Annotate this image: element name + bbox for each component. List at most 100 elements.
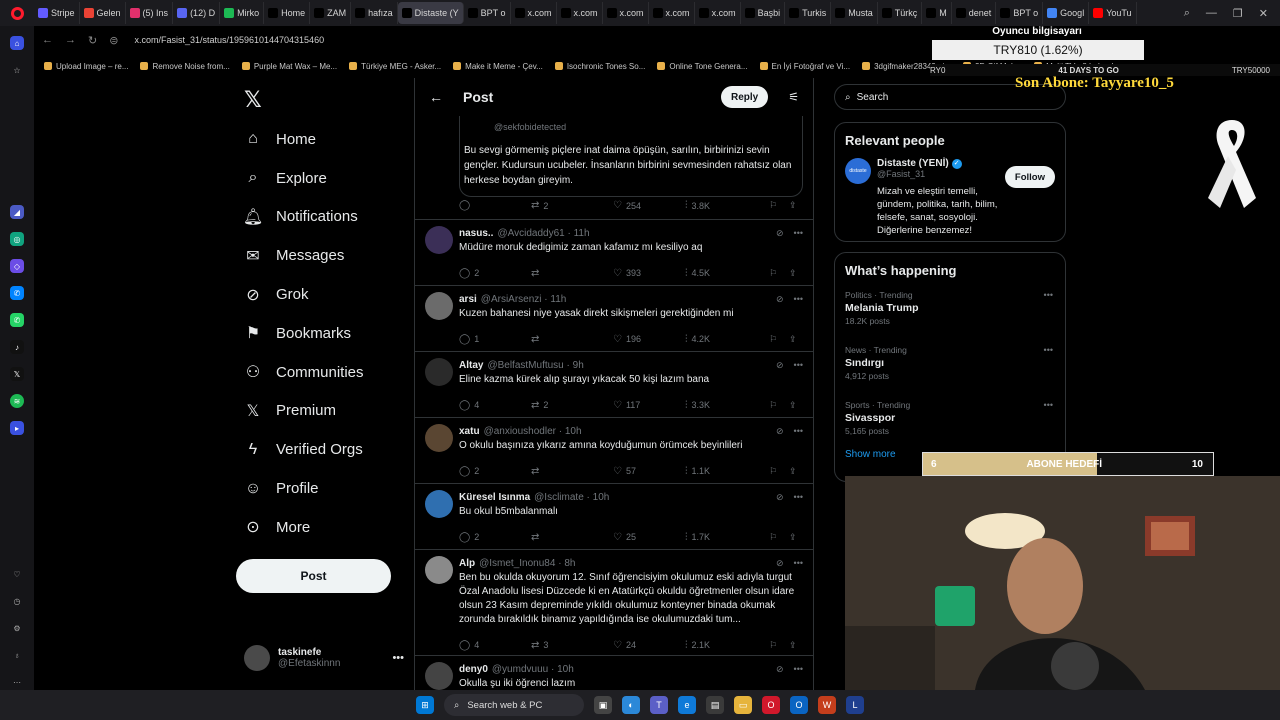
- grok-icon[interactable]: ⊘: [776, 664, 784, 675]
- messenger-icon[interactable]: ✆: [10, 286, 24, 300]
- back-icon[interactable]: ←: [42, 34, 53, 46]
- browser-tab[interactable]: Stripe: [34, 2, 80, 24]
- maximize-icon[interactable]: ❐: [1233, 7, 1243, 20]
- heart-action[interactable]: ♡ 25: [613, 532, 685, 543]
- more-dots-icon[interactable]: •••: [1044, 290, 1053, 300]
- avatar[interactable]: [425, 662, 453, 690]
- avatar[interactable]: [425, 226, 453, 254]
- x-icon[interactable]: 𝕏: [10, 367, 24, 381]
- grok-icon[interactable]: ⊘: [776, 294, 784, 305]
- browser-tab[interactable]: Googl: [1043, 2, 1090, 24]
- chatgpt-icon[interactable]: ◎: [10, 232, 24, 246]
- url-field[interactable]: x.com/Fasist_31/status/19596101447043154…: [134, 35, 324, 45]
- repost-action[interactable]: ⇄ 2: [531, 400, 613, 411]
- start-icon[interactable]: ⊞: [416, 696, 434, 714]
- heart-action[interactable]: ♡ 24: [613, 640, 685, 651]
- spotify-icon[interactable]: ≋: [10, 394, 24, 408]
- reply-tweet[interactable]: deny0 @yumdvuuu · 10h ⊘ ••• Okulla şu iki öğ…: [415, 656, 813, 690]
- reply-action[interactable]: ◯: [459, 200, 531, 211]
- repost-action[interactable]: ⇄ 3: [531, 640, 613, 651]
- bookmark-item[interactable]: Purple Mat Wax – Me...: [241, 62, 337, 71]
- author-name[interactable]: deny0: [459, 664, 488, 675]
- views-action[interactable]: ⫶ 1.1K: [685, 466, 769, 477]
- forward-icon[interactable]: →: [65, 34, 76, 46]
- more-dots-icon[interactable]: •••: [794, 426, 803, 437]
- share-icon[interactable]: ⇪: [789, 334, 797, 345]
- player-icon[interactable]: ▸: [10, 421, 24, 435]
- bookmark-item[interactable]: Upload Image – re...: [44, 62, 128, 71]
- follow-button[interactable]: Follow: [1004, 166, 1055, 188]
- author-name[interactable]: nasus..: [459, 228, 493, 239]
- reply-tweet[interactable]: nasus.. @Avcidaddy61 · 11h ⊘ ••• Müdüre moru…: [415, 220, 813, 286]
- browser-tab[interactable]: Home: [264, 2, 311, 24]
- more-dots-icon[interactable]: •••: [794, 492, 803, 503]
- repost-action[interactable]: ⇄: [531, 466, 613, 477]
- nav-item-more[interactable]: ⊙ More: [244, 508, 364, 547]
- avatar[interactable]: [425, 490, 453, 518]
- home-icon[interactable]: ⌂: [10, 36, 24, 50]
- bookmark-icon[interactable]: ⚐: [769, 640, 777, 651]
- heart-action[interactable]: ♡ 393: [613, 268, 685, 279]
- heart-action[interactable]: ♡ 57: [613, 466, 685, 477]
- reply-tweet[interactable]: Alp @Ismet_Inonu84 · 8h ⊘ ••• Ben bu okulda …: [415, 550, 813, 656]
- views-action[interactable]: ⫶ 2.1K: [685, 640, 769, 651]
- grok-icon[interactable]: ⊘: [776, 228, 784, 239]
- post-button[interactable]: Post: [236, 559, 391, 593]
- share-icon[interactable]: ⇪: [789, 466, 797, 477]
- edge-icon[interactable]: e: [678, 696, 696, 714]
- avatar[interactable]: [425, 424, 453, 452]
- avatar[interactable]: [425, 292, 453, 320]
- more-dots-icon[interactable]: •••: [1044, 400, 1053, 410]
- star-icon[interactable]: ☆: [10, 63, 24, 77]
- nav-item-premium[interactable]: 𝕏 Premium: [244, 392, 364, 431]
- avatar[interactable]: [425, 556, 453, 584]
- tiktok-icon[interactable]: ♪: [10, 340, 24, 354]
- outlook-icon[interactable]: O: [790, 696, 808, 714]
- author-name[interactable]: Altay: [459, 360, 483, 371]
- file-explorer-icon[interactable]: ▭: [734, 696, 752, 714]
- grok-icon[interactable]: ⊘: [776, 360, 784, 371]
- share-icon[interactable]: ⇪: [789, 268, 797, 279]
- bookmark-item[interactable]: En İyi Fotoğraf ve Vi...: [759, 62, 850, 71]
- bookmark-icon[interactable]: ⚐: [769, 334, 777, 345]
- bookmark-item[interactable]: Türkiye MEG - Asker...: [349, 62, 441, 71]
- views-action[interactable]: ⫶ 3.8K: [685, 200, 769, 211]
- repost-action[interactable]: ⇄: [531, 532, 613, 543]
- browser-tab[interactable]: (12) D: [173, 2, 221, 24]
- reply-action[interactable]: ◯ 4: [459, 400, 531, 411]
- repost-action[interactable]: ⇄ 2: [531, 200, 613, 211]
- bookmark-icon[interactable]: ⚐: [769, 268, 777, 279]
- reply-action[interactable]: ◯ 1: [459, 334, 531, 345]
- x-logo-icon[interactable]: 𝕏: [244, 87, 262, 113]
- relevant-person[interactable]: distaste Distaste (YENİ) ✓ @Fasist_31 Miz…: [835, 154, 1065, 247]
- reply-tweet[interactable]: xatu @anxioushodler · 10h ⊘ ••• O okulu başı…: [415, 418, 813, 484]
- browser-tab[interactable]: x.com: [511, 2, 557, 24]
- more-dots-icon[interactable]: •••: [794, 664, 803, 675]
- author-name[interactable]: Alp: [459, 558, 475, 569]
- task-view-icon[interactable]: ▣: [594, 696, 612, 714]
- reply-tweet[interactable]: arsi @ArsiArsenzi · 11h ⊘ ••• Kuzen bahanesi…: [415, 286, 813, 352]
- nav-item-home[interactable]: ⌂ Home: [244, 120, 364, 159]
- browser-tab[interactable]: denet: [952, 2, 997, 24]
- like-action[interactable]: ♡ 254: [613, 200, 685, 211]
- views-action[interactable]: ⫶ 1.7K: [685, 532, 769, 543]
- browser-tab[interactable]: YouTu: [1089, 2, 1137, 24]
- browser-tab[interactable]: BPT o: [464, 2, 511, 24]
- bookmark-icon[interactable]: ⚐: [769, 200, 777, 211]
- history-icon[interactable]: ◷: [10, 594, 24, 608]
- browser-tab[interactable]: M: [922, 2, 952, 24]
- store-icon[interactable]: ▤: [706, 696, 724, 714]
- heart-action[interactable]: ♡ 117: [613, 400, 685, 411]
- more-dots-icon[interactable]: •••: [392, 652, 404, 664]
- views-action[interactable]: ⫶ 4.2K: [685, 334, 769, 345]
- browser-tab[interactable]: x.com: [649, 2, 695, 24]
- nav-item-bookmarks[interactable]: ⚑ Bookmarks: [244, 314, 364, 353]
- more-dots-icon[interactable]: •••: [794, 228, 803, 239]
- nav-item-messages[interactable]: ✉ Messages: [244, 236, 364, 275]
- grok-icon[interactable]: ⊘: [776, 492, 784, 503]
- reply-action[interactable]: ◯ 2: [459, 268, 531, 279]
- bookmark-icon[interactable]: ⚐: [769, 466, 777, 477]
- taskbar-search[interactable]: ⌕ Search web & PC: [444, 694, 584, 716]
- author-name[interactable]: xatu: [459, 426, 480, 437]
- grok-icon[interactable]: ⊘: [776, 558, 784, 569]
